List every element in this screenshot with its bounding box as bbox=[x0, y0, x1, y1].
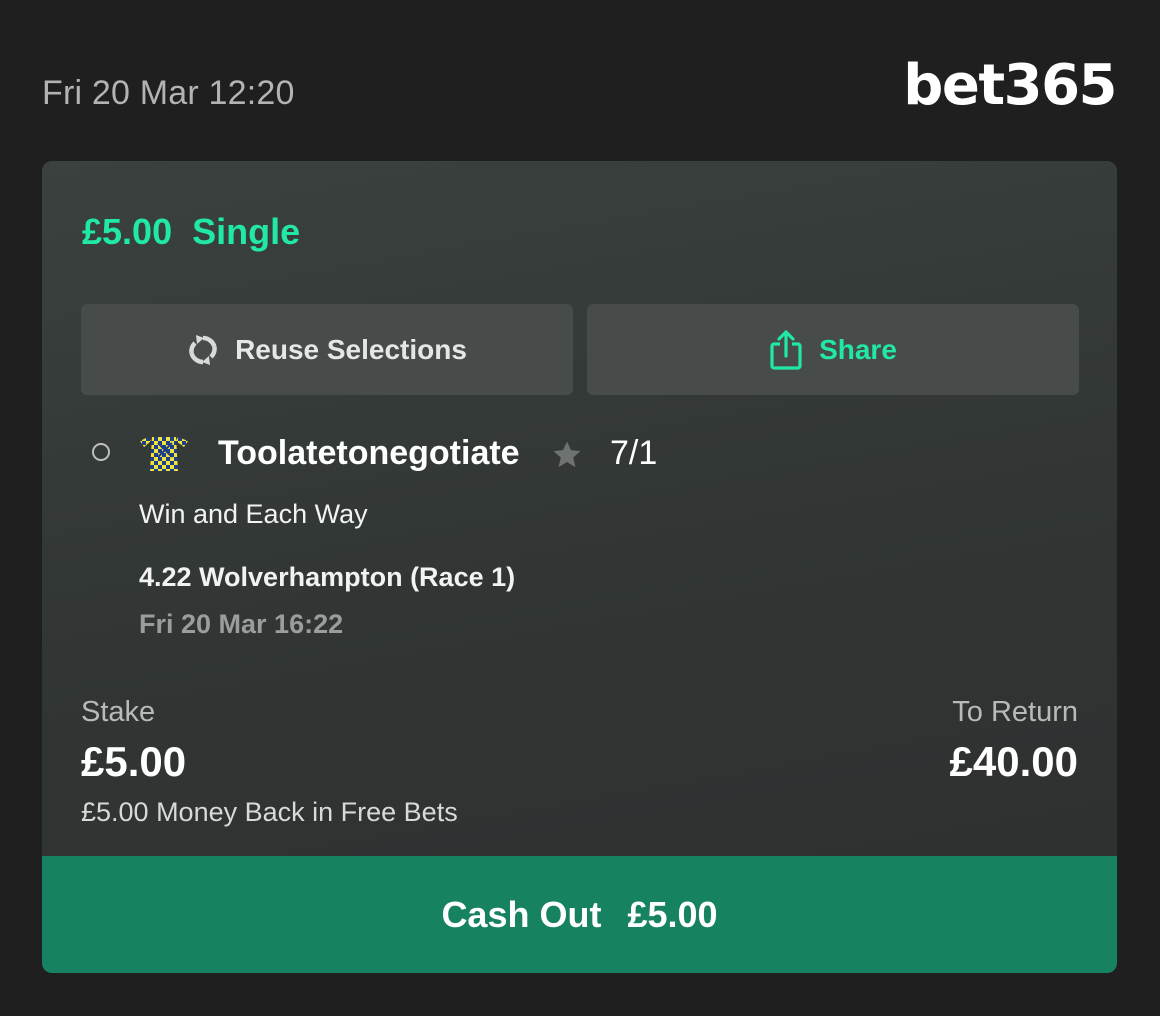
horse-name: Toolatetonegotiate bbox=[218, 434, 520, 472]
bet-amount: £5.00 bbox=[82, 211, 173, 252]
stake-value: £5.00 bbox=[81, 738, 187, 785]
market-type: Win and Each Way bbox=[139, 499, 368, 529]
refresh-icon bbox=[187, 333, 219, 367]
race-time: Fri 20 Mar 16:22 bbox=[139, 609, 344, 639]
bet365-logo: bet365 bbox=[903, 53, 1117, 118]
cash-out-button[interactable]: Cash Out £5.00 bbox=[42, 856, 1117, 973]
header-datetime: Fri 20 Mar 12:20 bbox=[42, 74, 295, 112]
reuse-selections-button[interactable]: Reuse Selections bbox=[81, 304, 573, 395]
cash-out-label: Cash Out bbox=[441, 893, 602, 935]
selection-odds: 7/1 bbox=[610, 434, 658, 472]
reuse-selections-label: Reuse Selections bbox=[235, 333, 467, 365]
to-return-label: To Return bbox=[952, 696, 1078, 728]
stake-label: Stake bbox=[81, 696, 156, 728]
share-label: Share bbox=[819, 333, 897, 365]
share-icon bbox=[769, 329, 803, 371]
share-button[interactable]: Share bbox=[587, 304, 1079, 395]
to-return-value: £40.00 bbox=[949, 738, 1078, 785]
race-name[interactable]: 4.22 Wolverhampton (Race 1) bbox=[139, 562, 515, 593]
bet-title: £5.00 Single bbox=[82, 211, 300, 253]
selection-status-indicator bbox=[92, 443, 110, 461]
bet-type: Single bbox=[192, 211, 301, 252]
money-back-offer: £5.00 Money Back in Free Bets bbox=[81, 797, 458, 827]
bet-history-page: Fri 20 Mar 12:20 bet365 £5.00 Single Reus… bbox=[0, 0, 1160, 1016]
jockey-silks-icon bbox=[138, 433, 190, 473]
cash-out-value: £5.00 bbox=[627, 893, 718, 935]
bet-card: £5.00 Single Reuse Selections Share Tool… bbox=[42, 161, 1117, 973]
star-icon[interactable] bbox=[550, 438, 584, 472]
